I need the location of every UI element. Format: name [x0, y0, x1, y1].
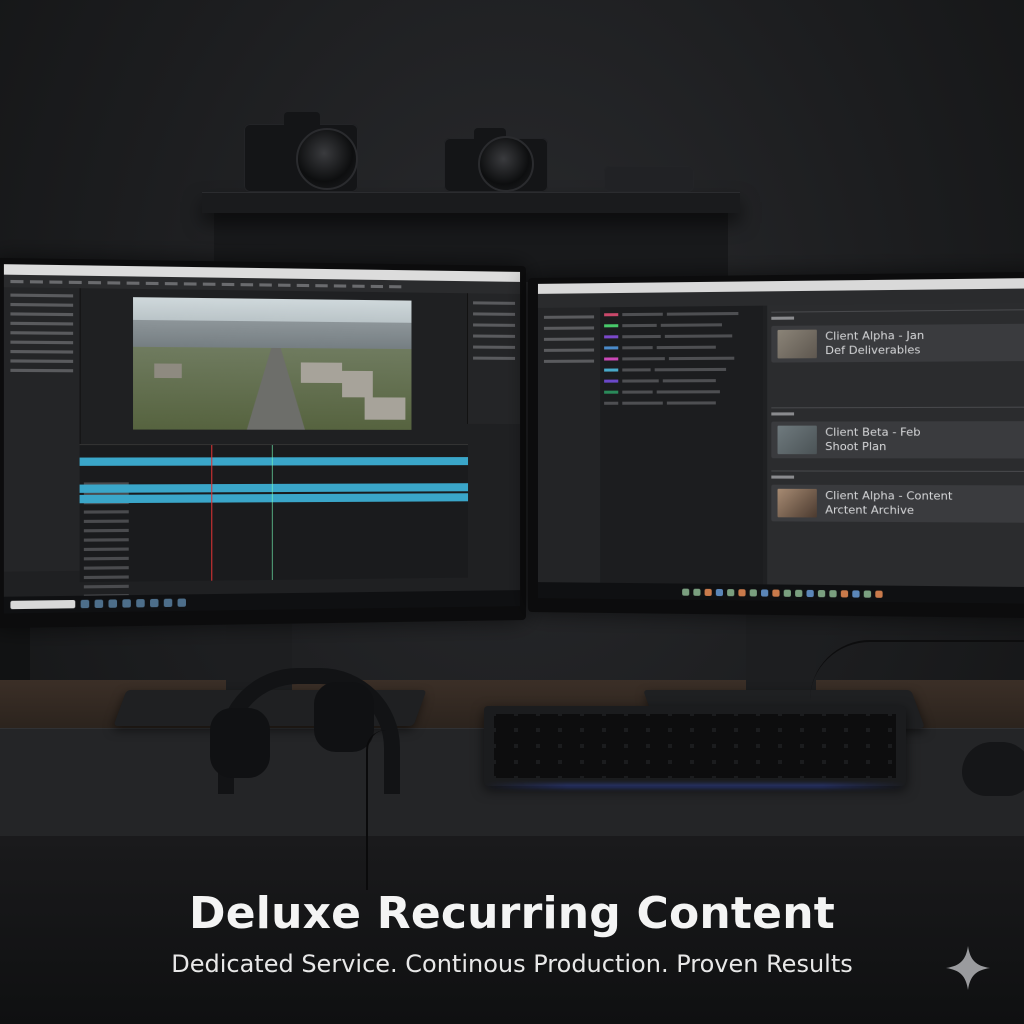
- deliverable-title: Client Beta - Feb: [825, 425, 921, 439]
- deliverable-subtitle: Arctent Archive: [825, 503, 915, 517]
- video-preview: [133, 297, 412, 430]
- timeline-marker: [271, 445, 273, 580]
- deliverable-subtitle: Shoot Plan: [825, 439, 887, 454]
- deliverable-card-2[interactable]: Client Beta - Feb Shoot Plan: [771, 421, 1024, 459]
- taskbar-search: [10, 599, 76, 610]
- right-monitor: Client Alpha - Jan Def Deliverables Clie…: [528, 271, 1024, 619]
- editor-effects-panel: [467, 293, 521, 424]
- timeline-clip: [79, 483, 469, 493]
- camera-small: [604, 166, 694, 192]
- camera-left: [244, 112, 358, 192]
- sparkle-icon: [946, 946, 990, 990]
- section-header: [771, 406, 1024, 419]
- deliverable-title: Client Alpha - Jan: [825, 328, 925, 343]
- keyboard: [484, 706, 906, 788]
- project-manager-screen: Client Alpha - Jan Def Deliverables Clie…: [537, 278, 1024, 604]
- timeline-playhead: [211, 445, 213, 581]
- video-editor-screen: [3, 264, 521, 614]
- deliverable-thumbnail: [777, 425, 817, 455]
- deliverable-title: Client Alpha - Content: [825, 488, 953, 503]
- deliverables-panel: Client Alpha - Jan Def Deliverables Clie…: [767, 302, 1024, 588]
- deliverable-card-3[interactable]: Client Alpha - Content Arctent Archive: [771, 484, 1024, 523]
- deliverable-card-1[interactable]: Client Alpha - Jan Def Deliverables: [771, 323, 1024, 363]
- deliverable-thumbnail: [777, 329, 817, 359]
- manager-sidebar: [537, 307, 602, 583]
- cable: [810, 640, 1024, 702]
- wall-shelf: [202, 192, 740, 213]
- deliverable-subtitle: Def Deliverables: [825, 343, 921, 358]
- section-header: [771, 470, 1024, 483]
- subheadline: Dedicated Service. Continous Production.…: [171, 950, 853, 978]
- left-monitor: [0, 257, 526, 629]
- timeline-clip: [79, 457, 469, 466]
- right-taskbar: [537, 582, 1024, 604]
- editor-timeline: [79, 444, 469, 598]
- headphone-cable: [366, 730, 398, 890]
- timeline-clip: [79, 493, 469, 504]
- scene: Client Alpha - Jan Def Deliverables Clie…: [0, 0, 1024, 1024]
- deliverable-thumbnail: [777, 488, 817, 518]
- camera-middle: [444, 128, 548, 192]
- mouse: [962, 742, 1024, 796]
- section-header: [771, 309, 1024, 323]
- manager-task-list: [600, 305, 764, 585]
- editor-project-panel: [3, 287, 81, 572]
- headline: Deluxe Recurring Content: [189, 888, 835, 939]
- headphones: [210, 668, 400, 794]
